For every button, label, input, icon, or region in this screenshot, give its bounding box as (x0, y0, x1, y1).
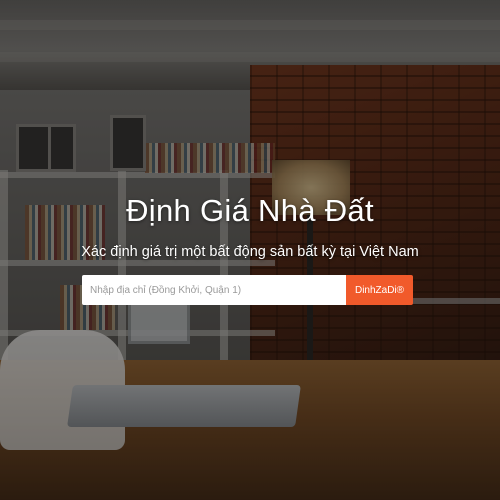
address-search-form: DinhZaDi® (82, 275, 413, 305)
page-title: Định Giá Nhà Đất (126, 193, 374, 228)
address-search-input[interactable] (82, 275, 346, 305)
page-subtitle: Xác định giá trị một bất động sản bất kỳ… (81, 244, 419, 260)
hero: Định Giá Nhà Đất Xác định giá trị một bấ… (0, 0, 500, 500)
valuate-button[interactable]: DinhZaDi® (346, 275, 413, 305)
